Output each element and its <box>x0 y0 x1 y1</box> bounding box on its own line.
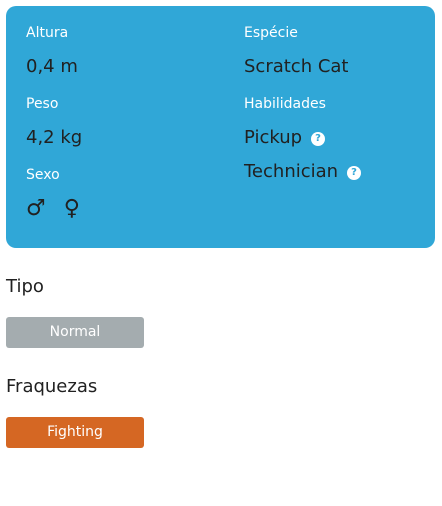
ability-item[interactable]: Technician ? <box>244 161 362 183</box>
category-value: Scratch Cat <box>244 56 349 77</box>
gender-icons: ♂ ♀ <box>26 196 98 222</box>
weakness-section-title: Fraquezas <box>6 376 98 397</box>
pokemon-stats-card: Altura 0,4 m Peso 4,2 kg Sexo ♂ ♀ Espéci… <box>6 6 435 248</box>
ability-name[interactable]: Pickup <box>244 127 302 149</box>
height-value: 0,4 m <box>26 56 78 77</box>
weight-stat: Peso 4,2 kg <box>26 95 82 149</box>
type-badge-normal[interactable]: Normal <box>6 317 144 348</box>
height-label: Altura <box>26 25 69 41</box>
abilities-label: Habilidades <box>244 96 326 112</box>
weakness-badge-fighting[interactable]: Fighting <box>6 417 144 448</box>
question-mark-icon[interactable]: ? <box>311 132 326 146</box>
category-label: Espécie <box>244 25 298 41</box>
weight-label: Peso <box>26 96 59 112</box>
height-stat: Altura 0,4 m <box>26 24 78 78</box>
gender-stat: Sexo ♂ ♀ <box>26 166 98 222</box>
ability-item[interactable]: Pickup ? <box>244 127 361 149</box>
ability-name[interactable]: Technician <box>244 161 338 183</box>
male-icon: ♂ <box>26 196 46 221</box>
weight-value: 4,2 kg <box>26 127 83 148</box>
female-icon: ♀ <box>63 196 80 221</box>
gender-label: Sexo <box>26 167 60 183</box>
question-mark-icon[interactable]: ? <box>347 166 362 180</box>
category-stat: Espécie Scratch Cat <box>244 24 349 78</box>
type-section-title: Tipo <box>6 276 44 297</box>
abilities-stat: Habilidades Pickup ? Technician ? <box>244 95 362 183</box>
